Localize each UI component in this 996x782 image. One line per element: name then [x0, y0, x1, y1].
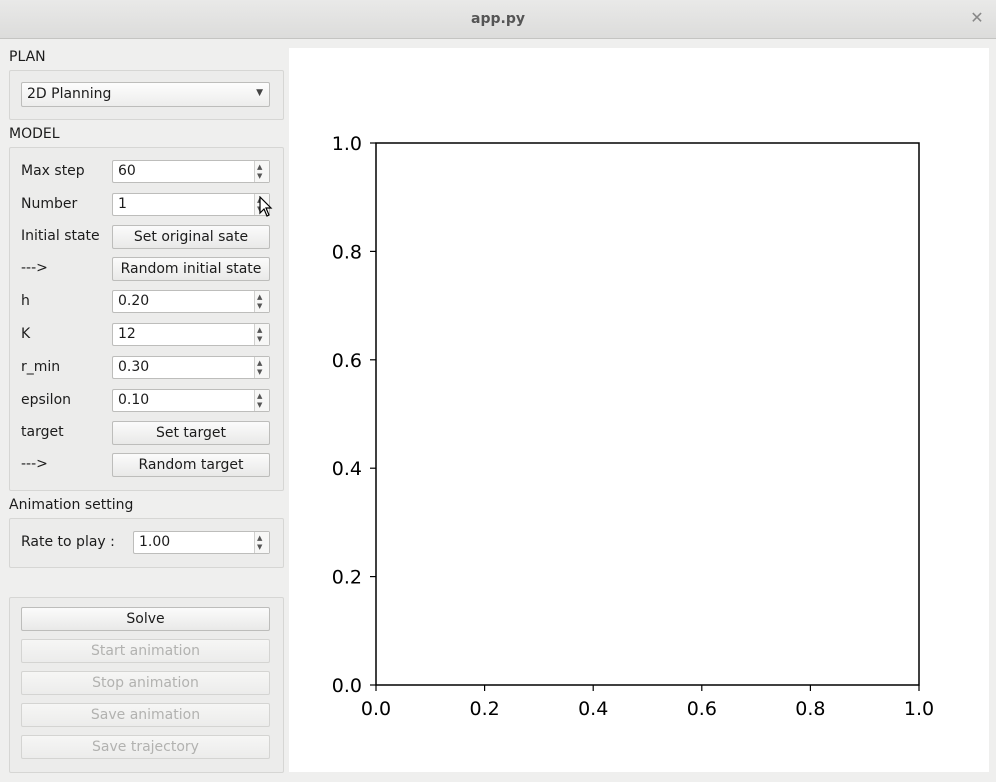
- spin-down-icon[interactable]: ▼: [257, 303, 262, 310]
- plan-section-label: PLAN: [9, 49, 46, 65]
- r-min-value: 0.30: [118, 359, 150, 375]
- save-animation-button[interactable]: Save animation: [21, 703, 270, 727]
- stop-animation-button[interactable]: Stop animation: [21, 671, 270, 695]
- max-step-label: Max step: [21, 163, 85, 179]
- h-value: 0.20: [118, 293, 150, 309]
- window-title: app.py: [471, 11, 525, 27]
- set-original-state-button[interactable]: Set original sate: [112, 225, 270, 249]
- y-tick-label: 0.6: [332, 350, 362, 372]
- start-animation-button[interactable]: Start animation: [21, 639, 270, 663]
- model-section-label: MODEL: [9, 126, 60, 142]
- animation-section-label: Animation setting: [9, 497, 134, 513]
- set-target-button[interactable]: Set target: [112, 421, 270, 445]
- spin-down-icon[interactable]: ▼: [257, 336, 262, 343]
- max-step-value: 60: [118, 163, 136, 179]
- epsilon-spinbox[interactable]: 0.10 ▲ ▼: [112, 389, 270, 412]
- spin-down-icon[interactable]: ▼: [257, 173, 262, 180]
- x-tick-label: 0.0: [361, 698, 391, 720]
- y-tick-label: 0.8: [332, 241, 362, 263]
- mouse-cursor-icon: [259, 196, 273, 217]
- initial-state-label: Initial state: [21, 228, 100, 244]
- x-tick-label: 0.2: [469, 698, 499, 720]
- chevron-down-icon: ▼: [256, 88, 263, 98]
- spin-up-icon[interactable]: ▲: [257, 327, 262, 334]
- h-spinbox[interactable]: 0.20 ▲ ▼: [112, 290, 270, 313]
- number-label: Number: [21, 196, 78, 212]
- close-icon[interactable]: ✕: [968, 9, 986, 27]
- spin-down-icon[interactable]: ▼: [257, 544, 262, 551]
- spin-up-icon[interactable]: ▲: [257, 360, 262, 367]
- target-random-arrow-label: --->: [21, 456, 48, 472]
- spin-up-icon[interactable]: ▲: [257, 535, 262, 542]
- rate-value: 1.00: [139, 534, 171, 550]
- plan-mode-select[interactable]: 2D Planning ▼: [21, 82, 270, 107]
- plot-chart: 0.0 0.2 0.4 0.6 0.8 1.0 0.0 0.2 0.4 0.6 0.8 1.0: [332, 133, 934, 720]
- random-initial-state-button[interactable]: Random initial state: [112, 257, 270, 281]
- r-min-spinbox[interactable]: 0.30 ▲ ▼: [112, 356, 270, 379]
- k-spinbox[interactable]: 12 ▲ ▼: [112, 323, 270, 346]
- max-step-spinbox[interactable]: 60 ▲ ▼: [112, 160, 270, 183]
- x-tick-label: 0.4: [578, 698, 608, 720]
- initial-random-arrow-label: --->: [21, 260, 48, 276]
- x-tick-label: 1.0: [904, 698, 934, 720]
- epsilon-label: epsilon: [21, 392, 72, 408]
- k-value: 12: [118, 326, 136, 342]
- r-min-label: r_min: [21, 359, 61, 375]
- x-tick-label: 0.8: [795, 698, 825, 720]
- plot-canvas[interactable]: 0.0 0.2 0.4 0.6 0.8 1.0 0.0 0.2 0.4 0.6 0.8 1.0: [289, 48, 989, 772]
- spin-down-icon[interactable]: ▼: [257, 402, 262, 409]
- rate-label: Rate to play :: [21, 534, 115, 550]
- number-spinbox[interactable]: 1 ▲▼: [112, 193, 270, 216]
- plan-mode-value: 2D Planning: [27, 86, 112, 102]
- spin-up-icon[interactable]: ▲: [257, 393, 262, 400]
- spin-down-icon[interactable]: ▼: [257, 369, 262, 376]
- save-trajectory-button[interactable]: Save trajectory: [21, 735, 270, 759]
- axes-frame: [375, 142, 920, 686]
- y-tick-label: 1.0: [332, 133, 362, 155]
- rate-spinbox[interactable]: 1.00 ▲ ▼: [133, 531, 270, 554]
- random-target-button[interactable]: Random target: [112, 453, 270, 477]
- h-label: h: [21, 293, 30, 309]
- k-label: K: [21, 326, 31, 342]
- title-bar: app.py ✕: [0, 0, 996, 39]
- x-tick-label: 0.6: [687, 698, 717, 720]
- number-value: 1: [118, 196, 127, 212]
- y-tick-label: 0.0: [332, 675, 362, 697]
- target-label: target: [21, 424, 64, 440]
- y-tick-label: 0.4: [332, 458, 362, 480]
- solve-button[interactable]: Solve: [21, 607, 270, 631]
- y-tick-label: 0.2: [332, 567, 362, 589]
- spin-up-icon[interactable]: ▲: [257, 164, 262, 171]
- epsilon-value: 0.10: [118, 392, 150, 408]
- spin-up-icon[interactable]: ▲: [257, 294, 262, 301]
